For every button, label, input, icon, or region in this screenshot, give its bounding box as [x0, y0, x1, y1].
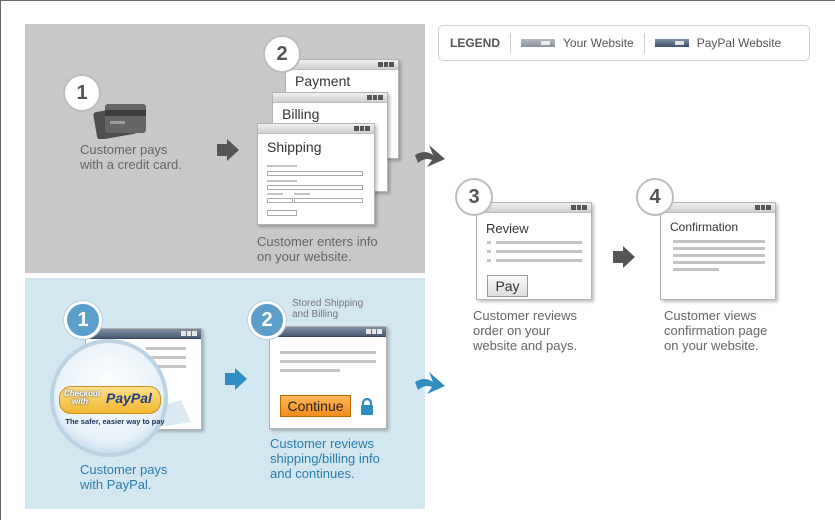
caption-line: with PayPal.: [80, 477, 152, 492]
shipping-window: Shipping: [257, 123, 375, 225]
step-number: 2: [263, 35, 301, 73]
caption-line: website and pays.: [473, 338, 578, 353]
curved-arrow-icon: [415, 145, 445, 167]
text-line: [496, 241, 582, 244]
bullet: [487, 250, 491, 253]
text-line: [280, 360, 376, 363]
window-title: Payment: [295, 73, 351, 89]
paypal-logo: PayPal: [106, 390, 152, 406]
label-line: and Billing: [292, 309, 339, 320]
stored-info-label: Stored Shipping and Billing: [292, 298, 392, 320]
bullet: [487, 241, 491, 244]
paypal-website-swatch: [654, 39, 689, 47]
form-label: [294, 193, 310, 195]
curved-arrow-icon: [415, 372, 445, 394]
pay-button[interactable]: Pay: [487, 275, 528, 297]
badge-with-text: with: [72, 397, 88, 406]
your-website-swatch: [521, 39, 556, 47]
step-caption: Customer pays with a credit card.: [80, 142, 220, 172]
step-caption: Customer reviews order on your website a…: [473, 308, 613, 353]
review-window: Review Pay: [476, 202, 592, 300]
form-label: [267, 180, 297, 182]
label-line: Stored Shipping: [292, 298, 364, 309]
step-number: 3: [455, 178, 493, 216]
legend-your-website: Your Website: [563, 36, 634, 50]
caption-line: shipping/billing info: [270, 451, 380, 466]
legend-divider: [510, 33, 512, 53]
confirmation-window: Confirmation: [660, 202, 776, 300]
payment-flow-diagram: LEGEND Your Website PayPal Website 1 Cus…: [0, 0, 835, 520]
text-line: [673, 261, 765, 264]
paypal-review-window: Continue: [269, 326, 387, 429]
continue-button[interactable]: Continue: [280, 395, 351, 417]
form-field: [267, 185, 363, 190]
caption-line: and continues.: [270, 466, 355, 481]
caption-line: Customer enters info: [257, 234, 378, 249]
caption-line: Customer views: [664, 308, 757, 323]
badge-tagline: The safer, easier way to pay: [65, 417, 165, 426]
step-caption: Customer views confirmation page on your…: [664, 308, 814, 353]
credit-card-icon: [93, 104, 146, 139]
caption-line: on your website.: [257, 249, 352, 264]
caption-line: with a credit card.: [80, 157, 182, 172]
form-field: [267, 210, 297, 216]
checkout-with-paypal-badge: Checkout with PayPal: [59, 386, 161, 414]
text-line: [280, 369, 340, 372]
step-caption: Customer enters info on your website.: [257, 234, 417, 264]
form-label: [267, 193, 283, 195]
window-title: Review: [486, 221, 529, 236]
lock-icon: [361, 398, 373, 415]
caption-line: Customer pays: [80, 462, 168, 477]
window-title: Shipping: [267, 139, 322, 155]
text-line: [496, 259, 582, 262]
caption-line: confirmation page: [664, 323, 768, 338]
arrow-right-icon: [225, 368, 247, 390]
caption-line: order on your: [473, 323, 551, 338]
text-line: [673, 247, 765, 250]
text-line: [280, 351, 376, 354]
step-number: 4: [636, 178, 674, 216]
caption-line: Customer pays: [80, 142, 168, 157]
legend-paypal-website: PayPal Website: [696, 36, 782, 50]
arrow-right-icon: [217, 139, 239, 161]
step-number: 1: [64, 301, 102, 339]
arrow-right-icon: [613, 246, 635, 268]
form-field: [267, 198, 293, 203]
step-caption: Customer pays with PayPal.: [80, 462, 220, 492]
form-label: [267, 165, 297, 167]
legend-title: LEGEND: [450, 36, 501, 50]
text-line: [496, 250, 582, 253]
caption-line: Customer reviews: [473, 308, 578, 323]
bullet: [487, 259, 491, 262]
step-caption: Customer reviews shipping/billing info a…: [270, 436, 420, 481]
text-line: [673, 268, 719, 271]
legend-divider: [643, 33, 645, 53]
form-field: [267, 171, 363, 176]
caption-line: on your website.: [664, 338, 759, 353]
form-field: [294, 198, 363, 203]
legend: LEGEND Your Website PayPal Website: [438, 25, 810, 61]
window-title: Confirmation: [670, 220, 739, 234]
text-line: [673, 254, 765, 257]
caption-line: Customer reviews: [270, 436, 375, 451]
text-line: [673, 240, 765, 243]
step-number: 2: [248, 301, 286, 339]
